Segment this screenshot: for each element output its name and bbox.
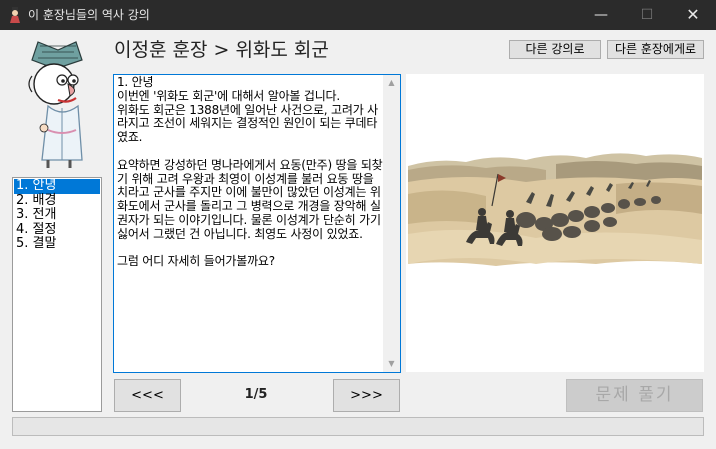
lesson-list[interactable]: 1. 안녕 2. 배경 3. 전개 4. 절정 5. 결말 xyxy=(12,177,102,412)
other-teacher-button[interactable]: 다른 훈장에게로 xyxy=(607,40,704,59)
lecture-text: 1. 안녕 이번엔 '위화도 회군'에 대해서 알아볼 겁니다. 위화도 회군은… xyxy=(117,75,383,269)
lesson-item-4[interactable]: 4. 절정 xyxy=(14,222,100,238)
lesson-item-3[interactable]: 3. 전개 xyxy=(14,207,100,223)
page-indicator: 1/5 xyxy=(244,387,268,402)
close-button[interactable]: ✕ xyxy=(670,0,716,30)
minimize-button[interactable]: — xyxy=(578,0,624,30)
army-retreat-illustration xyxy=(406,74,704,372)
scholar-mascot-image xyxy=(28,41,83,168)
window-title: 이 훈장님들의 역사 강의 xyxy=(28,8,150,22)
lecture-text-area[interactable]: 1. 안녕 이번엔 '위화도 회군'에 대해서 알아볼 겁니다. 위화도 회군은… xyxy=(113,74,401,373)
previous-page-button[interactable]: <<< xyxy=(114,379,181,412)
scroll-up-icon[interactable]: ▲ xyxy=(387,79,396,87)
scroll-down-icon[interactable]: ▼ xyxy=(387,360,396,368)
vertical-scrollbar[interactable]: ▲ ▼ xyxy=(383,75,400,372)
status-bar xyxy=(12,417,704,436)
title-bar: 이 훈장님들의 역사 강의 — ☐ ✕ xyxy=(0,0,716,30)
next-page-button[interactable]: >>> xyxy=(333,379,400,412)
solve-quiz-button[interactable]: 문제 풀기 xyxy=(566,379,703,412)
lesson-item-1[interactable]: 1. 안녕 xyxy=(14,178,100,194)
app-icon xyxy=(10,7,20,23)
other-lecture-button[interactable]: 다른 강의로 xyxy=(509,40,601,59)
maximize-button[interactable]: ☐ xyxy=(624,0,670,30)
lesson-item-5[interactable]: 5. 결말 xyxy=(14,236,100,252)
lesson-item-2[interactable]: 2. 배경 xyxy=(14,193,100,209)
page-title: 이정훈 훈장 > 위화도 회군 xyxy=(114,39,329,61)
